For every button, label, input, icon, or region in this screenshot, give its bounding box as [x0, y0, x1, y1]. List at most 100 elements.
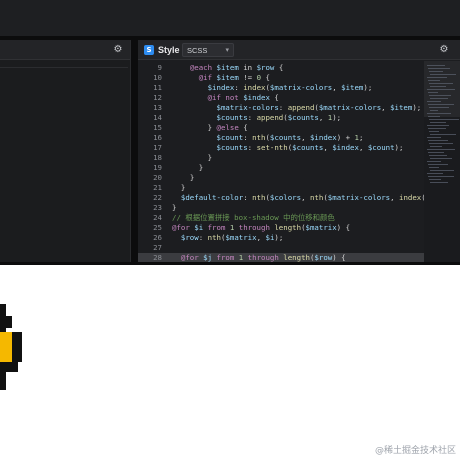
pixel-art-cell: [0, 362, 12, 372]
minimap-line: [428, 92, 438, 93]
code-token: ) +: [336, 133, 355, 142]
code-text: $row: nth($matrix, $i);: [172, 233, 283, 243]
line-number: 10: [153, 73, 162, 82]
code-token: $item: [216, 73, 239, 82]
code-text: @if not $index {: [172, 93, 279, 103]
code-token: }: [180, 183, 186, 192]
code-token: );: [332, 113, 342, 122]
minimap-line: [430, 74, 456, 75]
code-text: } @else {: [172, 123, 248, 133]
code-token: in: [238, 63, 257, 72]
pixel-art-cell: [0, 332, 12, 362]
code-token: $index: [309, 133, 337, 142]
minimap-line: [428, 104, 454, 105]
code-line[interactable]: 9 @each $item in $row {: [138, 63, 424, 73]
line-number: 28: [153, 253, 162, 262]
code-text: $matrix-colors: append($matrix-colors, $…: [172, 103, 422, 113]
pixel-art-preview: [0, 304, 24, 390]
code-token: :: [247, 113, 257, 122]
pixel-art-cell: [0, 372, 6, 390]
code-token: $index: [332, 143, 359, 152]
code-token: ,: [256, 233, 266, 242]
code-line[interactable]: 27: [138, 243, 424, 253]
minimap-line: [427, 137, 441, 138]
code-line[interactable]: 26 $row: nth($matrix, $i);: [138, 233, 424, 243]
style-title: Style: [158, 45, 180, 55]
code-line[interactable]: 18 }: [138, 153, 424, 163]
code-text: @for $j from 1 through length($row) {: [172, 253, 346, 262]
code-line[interactable]: 16 $count: nth($counts, $index) + 1;: [138, 133, 424, 143]
code-token: }: [207, 153, 213, 162]
line-number: 24: [153, 213, 162, 222]
minimap-line: [427, 113, 451, 114]
language-select[interactable]: SCSS ▾: [182, 43, 234, 57]
code-line[interactable]: 10 @if $item != 0 {: [138, 73, 424, 83]
minimap-line: [430, 146, 442, 147]
code-token: $matrix-colors: [318, 103, 382, 112]
code-line[interactable]: 15 } @else {: [138, 123, 424, 133]
code-token: ,: [381, 103, 391, 112]
code-token: {: [269, 93, 279, 102]
code-line[interactable]: 12 @if not $index {: [138, 93, 424, 103]
minimap-line: [430, 134, 456, 135]
code-token: $counts: [292, 143, 324, 152]
minimap-line: [428, 140, 448, 141]
pixel-art-cell: [0, 320, 6, 332]
pixel-art-cell: [12, 362, 18, 372]
code-text: $counts: append($counts, 1);: [172, 113, 342, 123]
watermark: @稀土掘金技术社区: [374, 446, 456, 456]
code-line[interactable]: 19 }: [138, 163, 424, 173]
minimap-line: [429, 143, 453, 144]
code-token: $row: [180, 233, 199, 242]
code-token: nth: [252, 193, 266, 202]
code-text: }: [172, 153, 212, 163]
code-token: $matrix-colors: [327, 193, 391, 202]
code-token: set-nth: [256, 143, 288, 152]
code-token: );: [274, 233, 284, 242]
code-token: }: [172, 203, 177, 212]
minimap-line: [429, 131, 439, 132]
code-editor[interactable]: 9 @each $item in $row {10 @if $item != 0…: [138, 61, 424, 262]
code-line[interactable]: 11 $index: index($matrix-colors, $item);: [138, 83, 424, 93]
code-token: ,: [332, 83, 342, 92]
code-line[interactable]: 23}: [138, 203, 424, 213]
code-line[interactable]: 20 }: [138, 173, 424, 183]
code-token: $matrix: [305, 223, 337, 232]
code-minimap[interactable]: [424, 61, 460, 262]
line-number: 20: [153, 173, 162, 182]
code-token: ) {: [336, 223, 351, 232]
style-tab[interactable]: S Style: [144, 43, 180, 57]
code-line[interactable]: 21 }: [138, 183, 424, 193]
style-pane-gear-icon[interactable]: ⚙: [438, 44, 450, 56]
code-line[interactable]: 14 $counts: append($counts, 1);: [138, 113, 424, 123]
code-line[interactable]: 17 $counts: set-nth($counts, $index, $co…: [138, 143, 424, 153]
code-line[interactable]: 24 // 根据位置拼接 box-shadow 中的位移和颜色: [138, 213, 424, 223]
code-line[interactable]: 28 @for $j from 1 through length($row) {: [138, 253, 424, 262]
minimap-line: [427, 77, 447, 78]
minimap-line: [430, 158, 452, 159]
code-line[interactable]: 25 @for $i from 1 through length($matrix)…: [138, 223, 424, 233]
minimap-line: [427, 149, 455, 150]
code-line[interactable]: 22 $default-color: nth($colors, nth($mat…: [138, 193, 424, 203]
code-text: $default-color: nth($colors, nth($matrix…: [172, 193, 424, 203]
minimap-line: [430, 182, 448, 183]
line-number: 23: [153, 203, 162, 212]
line-number: 22: [153, 193, 162, 202]
code-text: @for $i from 1 through length($matrix) {: [172, 223, 350, 233]
code-token: $default-color: [180, 193, 244, 202]
code-token: :: [278, 103, 288, 112]
code-token: $j: [203, 253, 213, 262]
code-line[interactable]: 13 $matrix-colors: append($matrix-colors…: [138, 103, 424, 113]
minimap-line: [429, 71, 443, 72]
minimap-line: [427, 101, 441, 102]
code-token: !=: [238, 73, 257, 82]
line-number: 27: [153, 243, 162, 252]
left-pane-gear-icon[interactable]: ⚙: [112, 44, 124, 56]
code-token: through: [234, 223, 275, 232]
code-token: ) {: [332, 253, 346, 262]
minimap-line: [429, 119, 459, 120]
